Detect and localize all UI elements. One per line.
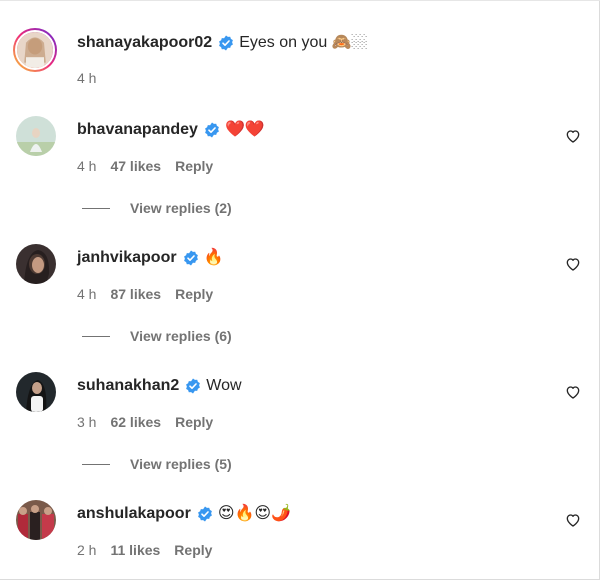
view-replies-label: View replies (2) [130,200,232,216]
avatar-image [16,372,56,412]
avatar-image [17,32,53,68]
replies-dash [82,335,110,337]
avatar-image [16,500,56,540]
reply-button[interactable]: Reply [174,542,212,558]
comment-text: 😍🔥😍🌶️ [217,505,292,522]
comment-username[interactable]: anshulakapoor [77,504,191,524]
comment-username[interactable]: janhvikapoor [77,248,177,268]
view-replies-button[interactable]: View replies (6) [82,328,232,344]
like-heart-icon[interactable] [565,256,581,272]
like-heart-icon[interactable] [565,512,581,528]
reply-button[interactable]: Reply [175,286,213,302]
replies-dash [82,207,110,209]
comment-username[interactable]: suhanakhan2 [77,376,179,396]
view-replies-button[interactable]: View replies (5) [82,456,232,472]
comment-text: Eyes on you 🙈🏼 [239,34,368,51]
comment-timestamp[interactable]: 4 h [77,158,96,174]
comment-timestamp[interactable]: 2 h [77,542,96,558]
avatar[interactable] [13,28,57,72]
avatar[interactable] [16,372,56,412]
verified-badge-icon [197,506,213,522]
comment-username[interactable]: shanayakapoor02 [77,33,212,53]
verified-badge-icon [185,378,201,394]
likes-count[interactable]: 47 likes [110,158,161,174]
view-replies-label: View replies (5) [130,456,232,472]
verified-badge-icon [183,250,199,266]
verified-badge-icon [218,35,234,51]
comment-username[interactable]: bhavanapandey [77,120,198,140]
comment-text: Wow [206,377,242,394]
avatar-image [16,244,56,284]
avatar-image [16,116,56,156]
like-heart-icon[interactable] [565,384,581,400]
likes-count[interactable]: 11 likes [110,542,160,558]
likes-count[interactable]: 87 likes [110,286,161,302]
verified-badge-icon [204,122,220,138]
view-replies-label: View replies (6) [130,328,232,344]
comment-text: ❤️❤️ [224,121,265,138]
like-heart-icon[interactable] [565,128,581,144]
avatar[interactable] [16,244,56,284]
avatar[interactable] [16,500,56,540]
comment-text: 🔥 [203,249,224,266]
view-replies-button[interactable]: View replies (2) [82,200,232,216]
avatar[interactable] [16,116,56,156]
top-divider [0,0,600,1]
reply-button[interactable]: Reply [175,414,213,430]
reply-button[interactable]: Reply [175,158,213,174]
comment-timestamp[interactable]: 4 h [77,286,96,302]
replies-dash [82,463,110,465]
comment-timestamp[interactable]: 3 h [77,414,96,430]
likes-count[interactable]: 62 likes [110,414,161,430]
comment-timestamp[interactable]: 4 h [77,70,96,86]
